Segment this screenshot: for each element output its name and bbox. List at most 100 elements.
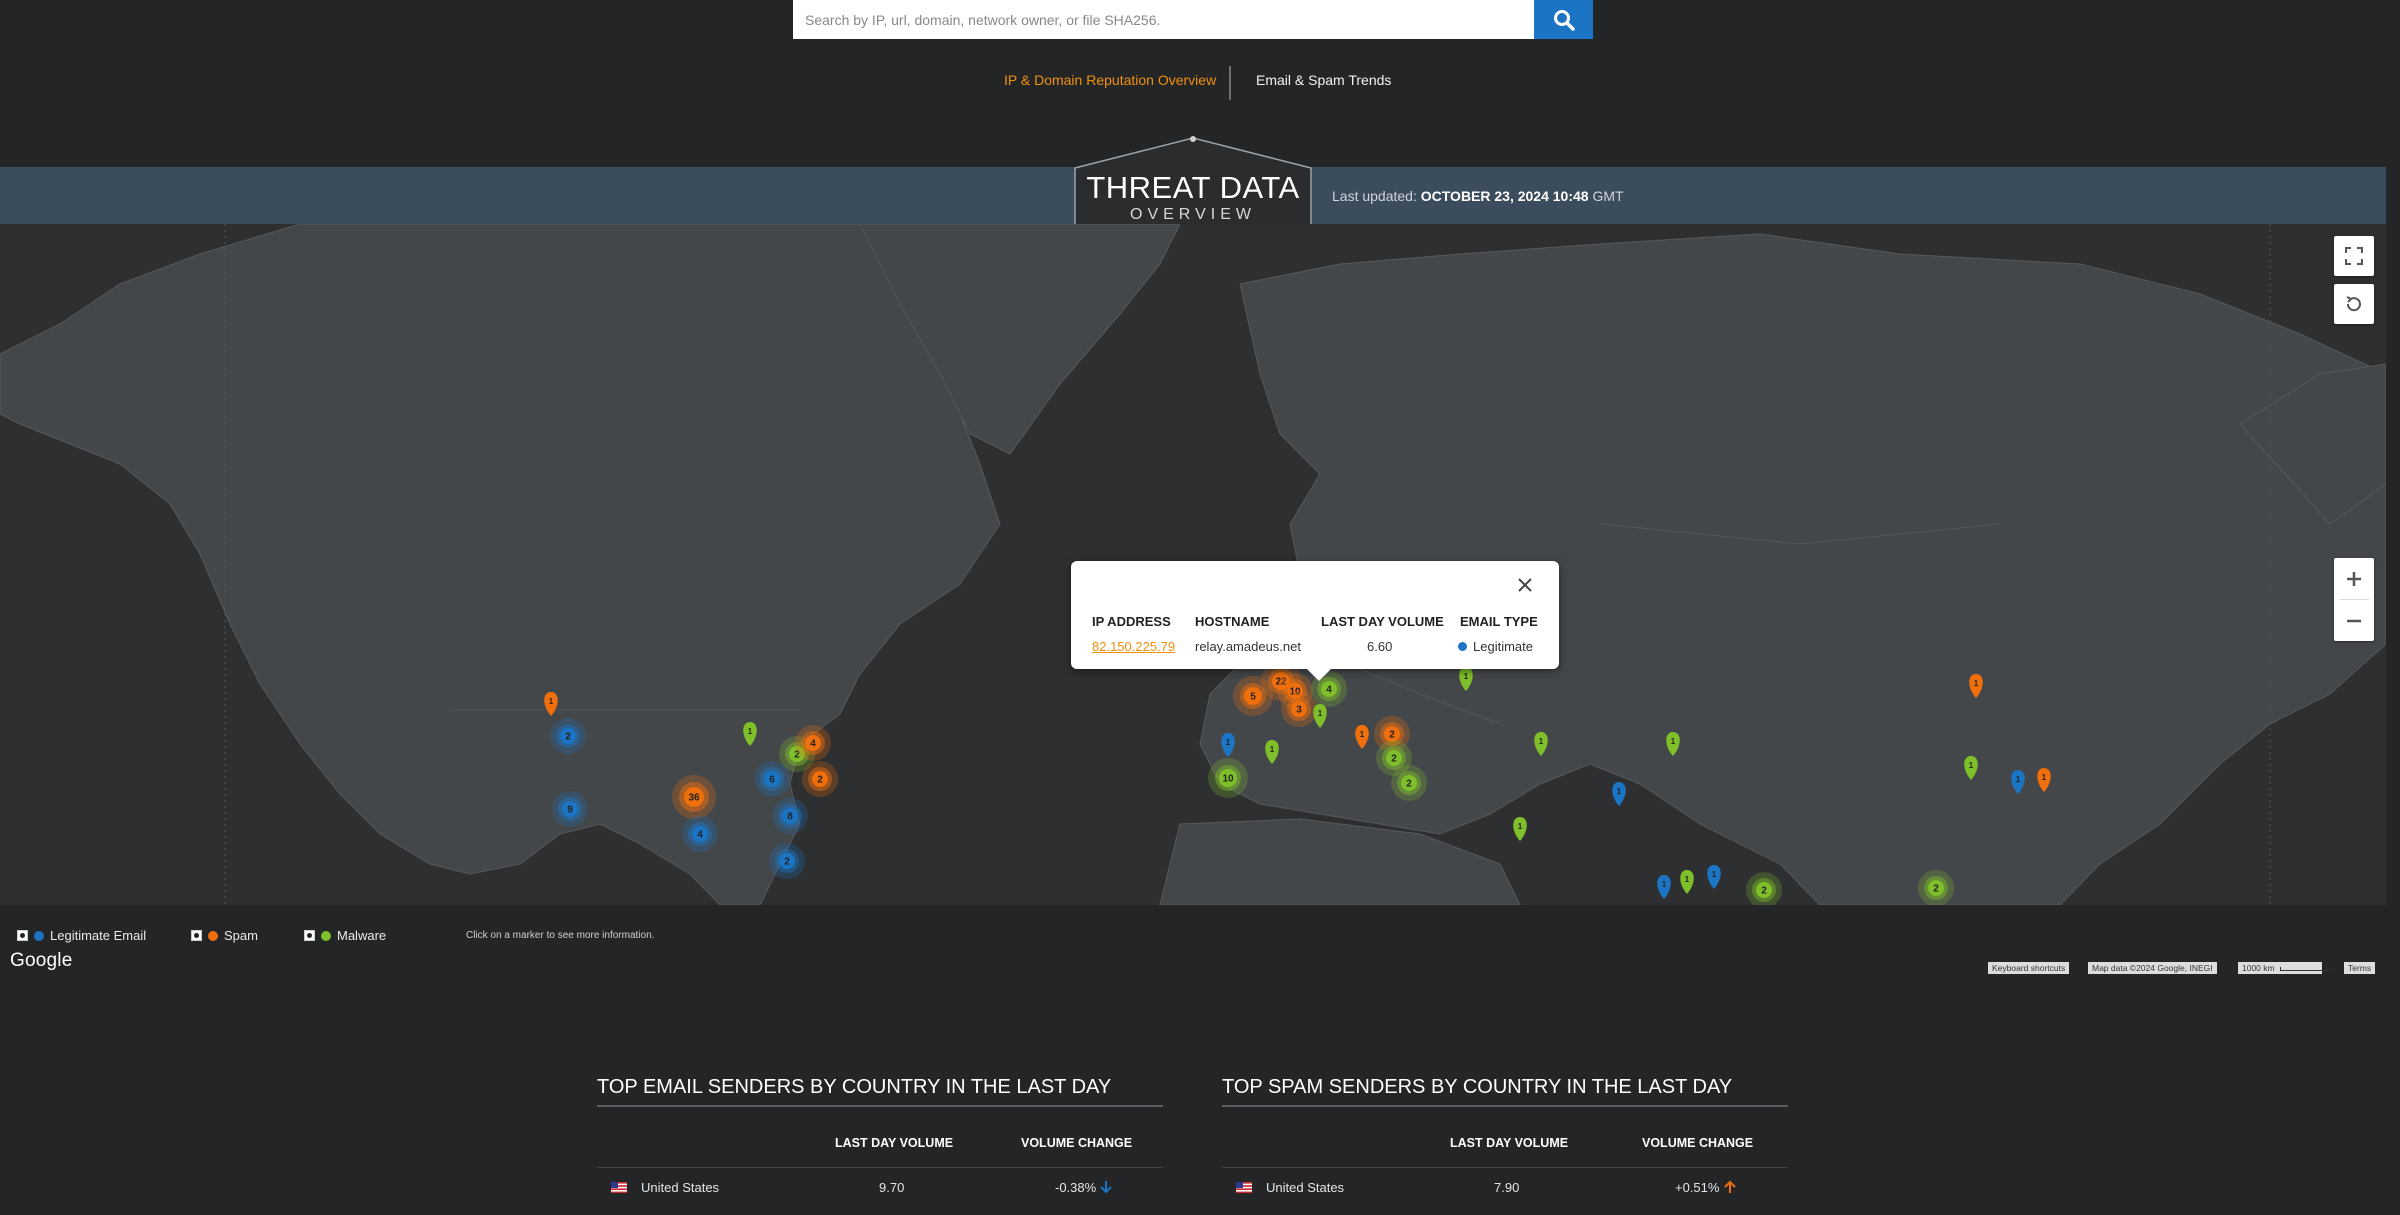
- svg-text:1: 1: [2016, 775, 2021, 784]
- svg-text:1: 1: [1270, 745, 1275, 754]
- marker-count: 2: [1391, 754, 1397, 765]
- keyboard-shortcuts-link[interactable]: Keyboard shortcuts: [1988, 962, 2070, 974]
- landmass-africa: [1159, 818, 1521, 905]
- table-row[interactable]: United States 7.90 +0.51%: [1222, 1168, 1788, 1204]
- marker-pin-legit: 1: [1657, 875, 1671, 899]
- plus-icon: [2347, 571, 2361, 586]
- search-input[interactable]: [793, 0, 1534, 39]
- page-subtitle: OVERVIEW: [1130, 206, 1256, 223]
- svg-text:1: 1: [1226, 738, 1231, 747]
- popup-close-button[interactable]: [1513, 573, 1537, 597]
- marker-count: 2: [565, 732, 571, 743]
- close-icon: [1518, 578, 1532, 592]
- search-bar: [793, 0, 1593, 39]
- tab-ip-domain-reputation[interactable]: IP & Domain Reputation Overview: [1004, 72, 1216, 88]
- marker-count: 2: [784, 857, 790, 868]
- last-updated-label: Last updated:: [1332, 188, 1417, 204]
- marker-cluster-spam: 3: [1281, 691, 1317, 727]
- scale-bar[interactable]: 1000 km: [2238, 962, 2332, 974]
- us-flag-icon: [611, 1182, 627, 1193]
- marker-count: 2: [1933, 884, 1939, 895]
- svg-text:1: 1: [549, 697, 554, 706]
- zoom-control: [2334, 558, 2374, 641]
- svg-text:1: 1: [1617, 787, 1622, 796]
- us-flag-icon: [1236, 1182, 1252, 1193]
- marker-cluster-legit: 2: [769, 843, 805, 879]
- fullscreen-icon: [2345, 247, 2363, 265]
- marker-count: 2: [1389, 730, 1395, 741]
- tab-email-spam-trends[interactable]: Email & Spam Trends: [1256, 72, 1391, 88]
- marker-cluster-legit: 2: [550, 718, 586, 754]
- popup-header-volume: LAST DAY VOLUME: [1321, 614, 1444, 629]
- popup-email-type: Legitimate: [1458, 639, 1533, 654]
- svg-text:1: 1: [1974, 679, 1979, 688]
- legend-checkbox[interactable]: [304, 930, 315, 941]
- marker-pin-legit: 1: [1707, 865, 1721, 889]
- search-button[interactable]: [1534, 0, 1593, 39]
- zoom-in-button[interactable]: [2334, 558, 2374, 599]
- nav-tabs: IP & Domain Reputation Overview Email & …: [0, 66, 2400, 100]
- top-spam-senders-table: TOP SPAM SENDERS BY COUNTRY IN THE LAST …: [1222, 1076, 1788, 1204]
- marker-count: 6: [769, 775, 775, 786]
- last-updated-tz: GMT: [1592, 188, 1624, 204]
- marker-pin-malware: 1: [1680, 870, 1694, 894]
- svg-text:1: 1: [1671, 737, 1676, 746]
- marker-count: 4: [1326, 685, 1332, 696]
- country-name: United States: [1266, 1180, 1345, 1195]
- table-title: TOP SPAM SENDERS BY COUNTRY IN THE LAST …: [1222, 1076, 1788, 1107]
- column-header-change: VOLUME CHANGE: [1642, 1136, 1754, 1150]
- marker-pin-legit: 1: [1612, 782, 1626, 806]
- legit-dot-icon: [34, 930, 44, 941]
- popup-header-ip: IP ADDRESS: [1092, 614, 1171, 629]
- marker-count: 4: [810, 739, 816, 750]
- marker-cluster-spam: 4: [795, 725, 831, 761]
- marker-cluster-malware: 2: [1918, 870, 1954, 905]
- svg-text:1: 1: [1518, 822, 1523, 831]
- popup-ip-link[interactable]: 82.150.225.79: [1092, 639, 1175, 654]
- marker-count: 2: [817, 775, 823, 786]
- column-header-change: VOLUME CHANGE: [1021, 1136, 1133, 1150]
- svg-text:1: 1: [1662, 880, 1667, 889]
- marker-info-popup: IP ADDRESS HOSTNAME LAST DAY VOLUME EMAI…: [1071, 561, 1559, 681]
- marker-cluster-legit: 8: [772, 798, 808, 834]
- zoom-out-button[interactable]: [2334, 600, 2374, 641]
- scale-line: [2279, 966, 2332, 971]
- legend-checkbox[interactable]: [17, 930, 28, 941]
- marker-count: 9: [567, 805, 573, 816]
- legend-spam[interactable]: Spam: [191, 928, 258, 943]
- map-data-attribution: Map data ©2024 Google, INEGI: [2088, 962, 2217, 974]
- table-header: LAST DAY VOLUME VOLUME CHANGE: [1222, 1107, 1788, 1168]
- table-title: TOP EMAIL SENDERS BY COUNTRY IN THE LAST…: [597, 1076, 1163, 1107]
- marker-count: 3: [1296, 705, 1302, 716]
- fullscreen-button[interactable]: [2334, 236, 2374, 276]
- popup-hostname: relay.amadeus.net: [1195, 639, 1301, 654]
- popup-header-hostname: HOSTNAME: [1195, 614, 1270, 629]
- marker-cluster-malware: 2: [1746, 872, 1782, 905]
- arrow-up-icon: [1724, 1180, 1736, 1193]
- arrow-down-icon: [1100, 1181, 1112, 1194]
- search-icon: [1553, 9, 1575, 31]
- svg-text:1: 1: [1318, 709, 1323, 718]
- column-header-volume: LAST DAY VOLUME: [1450, 1136, 1569, 1150]
- table-row[interactable]: United States 9.70 -0.38%: [597, 1168, 1163, 1204]
- volume-value: 7.90: [1494, 1180, 1520, 1195]
- legend-label: Malware: [337, 928, 387, 943]
- marker-count: 36: [688, 793, 700, 804]
- reset-view-button[interactable]: [2334, 284, 2374, 324]
- svg-text:1: 1: [1539, 737, 1544, 746]
- google-logo[interactable]: Google: [10, 950, 72, 972]
- legend-legitimate[interactable]: Legitimate Email: [17, 928, 146, 943]
- marker-cluster-legit: 4: [682, 816, 718, 852]
- legend-checkbox[interactable]: [191, 930, 202, 941]
- legend-malware[interactable]: Malware: [304, 928, 386, 943]
- tab-divider: [1229, 66, 1231, 100]
- minus-icon: [2347, 619, 2361, 622]
- marker-pin-malware: 1: [1513, 817, 1527, 841]
- svg-text:1: 1: [2042, 773, 2047, 782]
- spam-dot-icon: [208, 930, 218, 941]
- terms-link[interactable]: Terms: [2344, 962, 2376, 974]
- legend-label: Legitimate Email: [50, 928, 147, 943]
- marker-count: 10: [1222, 774, 1234, 785]
- marker-count: 2: [1761, 886, 1767, 897]
- volume-value: 9.70: [879, 1180, 905, 1195]
